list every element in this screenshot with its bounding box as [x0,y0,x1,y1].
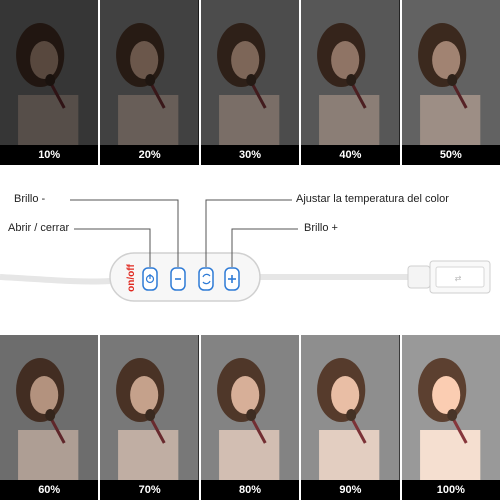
cable-left [0,274,111,285]
brightness-tile-70: 70% [100,335,199,500]
open-close-label: Abrir / cerrar [8,222,70,234]
brightness-caption: 90% [301,480,400,500]
portrait-photo [100,0,199,145]
portrait-photo [0,0,99,145]
svg-text:⇄: ⇄ [455,274,462,283]
portrait-photo [401,0,500,145]
brightness-caption: 20% [100,145,199,165]
brightness-tile-40: 40% [301,0,400,165]
brightness-tile-90: 90% [301,335,400,500]
brightness-caption: 100% [401,480,500,500]
portrait-photo [100,335,199,480]
brightness-up-label: Brillo + [304,222,338,234]
brightness-caption: 70% [100,480,199,500]
brand-text: on/off [126,263,137,291]
top-brightness-row: 10% 20% 30% 40% 50% [0,0,500,165]
bottom-brightness-row: 60% 70% 80% 90% 100% [0,335,500,500]
brightness-caption: 40% [301,145,400,165]
brightness-tile-10: 10% [0,0,99,165]
brightness-caption: 10% [0,145,99,165]
brightness-up-button[interactable] [224,267,240,291]
brightness-down-button[interactable] [170,267,186,291]
portrait-photo [301,335,400,480]
color-temperature-label: Ajustar la temperatura del color [296,193,449,205]
brightness-tile-80: 80% [200,335,300,500]
portrait-photo [200,0,300,145]
brightness-tile-50: 50% [401,0,500,165]
color-temperature-button[interactable] [198,267,214,291]
usb-plug: ⇄ [407,260,491,294]
brightness-caption: 30% [200,145,300,165]
controller-diagram: ⇄ on/off [0,199,491,302]
brightness-tile-20: 20% [100,0,199,165]
portrait-photo [301,0,400,145]
brightness-tile-30: 30% [200,0,300,165]
brightness-caption: 80% [200,480,300,500]
brightness-down-label: Brillo - [14,193,46,205]
portrait-photo [0,335,99,480]
portrait-photo [401,335,500,480]
brightness-caption: 60% [0,480,99,500]
brightness-tile-100: 100% [401,335,500,500]
brightness-caption: 50% [401,145,500,165]
portrait-photo [200,335,300,480]
power-button[interactable] [142,267,158,291]
brightness-tile-60: 60% [0,335,99,500]
